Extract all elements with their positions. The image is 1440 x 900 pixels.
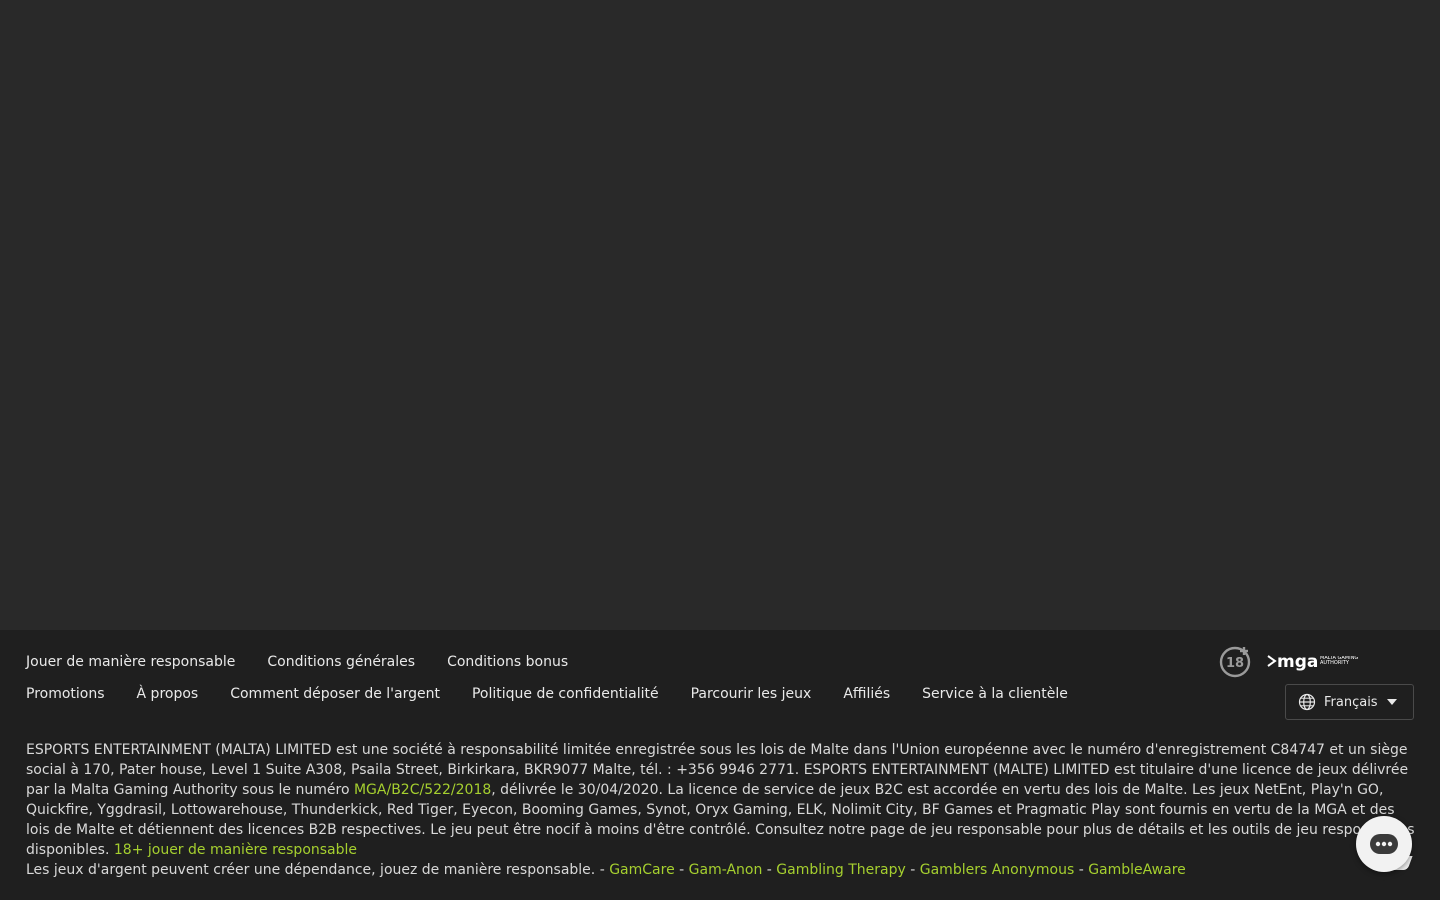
mga-license-link[interactable]: MGA/B2C/522/2018 [354,782,491,798]
help-link-gambleaware[interactable]: GambleAware [1088,862,1186,878]
age-badge-text: 18 [1226,656,1244,671]
help-link-gamblers-anonymous[interactable]: Gamblers Anonymous [920,862,1075,878]
footer-link-how-to-deposit[interactable]: Comment déposer de l'argent [230,684,440,704]
site-footer: Jouer de manière responsable Conditions … [0,630,1440,900]
globe-icon [1298,693,1316,711]
help-link-gambling-therapy[interactable]: Gambling Therapy [776,862,906,878]
legal-disclaimer: ESPORTS ENTERTAINMENT (MALTA) LIMITED es… [26,740,1416,880]
main-content-area [0,0,1440,630]
separator: - [1074,862,1089,878]
footer-link-bonus-terms[interactable]: Conditions bonus [447,652,568,672]
separator: - [762,862,777,878]
age-18-plus-icon: 18 [1219,646,1251,678]
mga-logo-text: mga [1277,652,1318,672]
footer-link-terms[interactable]: Conditions générales [267,652,415,672]
separator: - [905,862,920,878]
footer-link-about[interactable]: À propos [137,684,199,704]
chat-bubble-icon [1370,834,1398,854]
regulatory-badges: 18 mga MALTA GAMING AUTHORITY [1219,644,1370,678]
live-chat-button[interactable] [1356,816,1412,872]
help-link-gam-anon[interactable]: Gam-Anon [689,862,763,878]
footer-link-responsible-gaming[interactable]: Jouer de manière responsable [26,652,235,672]
mga-logo-subtext: MALTA GAMING AUTHORITY [1320,656,1359,666]
footer-link-browse-games[interactable]: Parcourir les jeux [691,684,812,704]
addiction-warning-text: Les jeux d'argent peuvent créer une dépe… [26,862,610,878]
footer-link-affiliates[interactable]: Affiliés [843,684,890,704]
mga-logo[interactable]: mga MALTA GAMING AUTHORITY [1266,647,1370,675]
help-link-gamcare[interactable]: GamCare [609,862,674,878]
footer-link-promotions[interactable]: Promotions [26,684,105,704]
responsible-gaming-link[interactable]: 18+ jouer de manière responsable [114,842,357,858]
separator: - [674,862,689,878]
footer-link-privacy[interactable]: Politique de confidentialité [472,684,659,704]
footer-nav-secondary: Promotions À propos Comment déposer de l… [26,684,1100,704]
language-selector[interactable]: Français [1285,684,1414,720]
caret-down-icon [1387,699,1397,705]
language-selector-label: Français [1324,694,1378,710]
footer-nav-primary: Jouer de manière responsable Conditions … [26,652,600,672]
footer-link-customer-service[interactable]: Service à la clientèle [922,684,1068,704]
